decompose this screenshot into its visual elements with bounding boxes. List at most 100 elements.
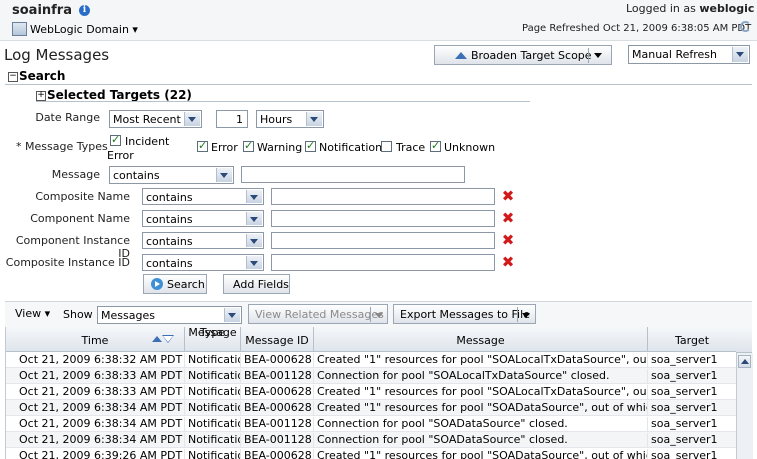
composite-instance-id-input[interactable] <box>271 254 495 271</box>
scroll-up-icon[interactable] <box>738 355 751 368</box>
column-header-message-type[interactable]: Message Type <box>185 327 241 352</box>
cell-id: BEA-001128 <box>241 369 314 383</box>
composite-instance-id-label: Composite Instance ID <box>5 256 130 269</box>
info-icon[interactable]: i <box>79 5 90 16</box>
broaden-target-scope-button[interactable]: Broaden Target Scope <box>434 45 612 65</box>
remove-field-icon[interactable]: ✖ <box>501 255 515 270</box>
cell-type: Notificatio <box>185 353 241 367</box>
cell-id: BEA-000628 <box>241 449 314 459</box>
remove-field-icon[interactable]: ✖ <box>501 189 515 204</box>
chevron-down-icon <box>224 308 240 322</box>
broaden-scope-icon <box>455 52 467 59</box>
cell-time: Oct 21, 2009 6:38:34 AM PDT <box>6 433 185 447</box>
page-refreshed-text: Page Refreshed Oct 21, 2009 6:38:05 AM P… <box>522 23 752 34</box>
add-fields-button[interactable]: Add Fields <box>223 274 290 294</box>
composite-name-input[interactable] <box>271 188 495 205</box>
cell-message: Created "1" resources for pool "SOADataS… <box>314 449 648 459</box>
notification-label: Notification <box>319 141 383 154</box>
chevron-down-icon <box>184 112 200 126</box>
cell-message: Created "1" resources for pool "SOALocal… <box>314 385 648 399</box>
chevron-down-icon[interactable] <box>375 313 383 318</box>
refresh-mode-select[interactable]: Manual Refresh <box>628 45 750 64</box>
expand-targets-icon[interactable]: + <box>36 91 46 101</box>
error-checkbox[interactable] <box>197 139 208 152</box>
incident-error-label-2: Error <box>107 149 134 162</box>
chevron-down-icon <box>216 168 232 182</box>
cell-message: Connection for pool "SOADataSource" clos… <box>314 417 648 431</box>
table-row[interactable]: Oct 21, 2009 6:38:33 AM PDT Notificatio BE… <box>6 384 737 400</box>
message-label: Message <box>51 168 100 181</box>
selected-targets-toggle[interactable]: Selected Targets (22) <box>47 88 192 102</box>
search-button[interactable]: Search <box>143 274 207 294</box>
column-header-target[interactable]: Target <box>648 327 737 352</box>
cell-time: Oct 21, 2009 6:38:33 AM PDT <box>6 385 185 399</box>
column-header-time[interactable]: Time <box>6 327 185 352</box>
view-menu[interactable]: View ▾ <box>15 307 50 320</box>
table-row[interactable]: Oct 21, 2009 6:38:34 AM PDT Notificatio BE… <box>6 416 737 432</box>
cell-id: BEA-000628 <box>241 353 314 367</box>
cell-type: Notificatio <box>185 417 241 431</box>
column-header-message-id[interactable]: Message ID <box>241 327 314 352</box>
refresh-icon[interactable] <box>740 21 751 32</box>
message-input[interactable] <box>241 166 465 183</box>
weblogic-domain-menu[interactable]: WebLogic Domain ▾ <box>30 23 138 36</box>
notification-checkbox[interactable] <box>305 139 316 152</box>
component-instance-id-operator-select[interactable]: contains <box>142 232 264 249</box>
search-section-header[interactable]: Search <box>19 69 65 83</box>
cell-type: Notificatio <box>185 433 241 447</box>
table-row[interactable]: Oct 21, 2009 6:38:34 AM PDT Notificatio BE… <box>6 400 737 416</box>
column-header-message[interactable]: Message <box>314 327 648 352</box>
component-instance-id-input[interactable] <box>271 232 495 249</box>
go-icon <box>151 278 163 290</box>
table-row[interactable]: Oct 21, 2009 6:38:32 AM PDT Notificatio BE… <box>6 352 737 368</box>
cell-time: Oct 21, 2009 6:39:26 AM PDT <box>6 449 185 459</box>
remove-field-icon[interactable]: ✖ <box>501 211 515 226</box>
chevron-down-icon <box>306 112 322 126</box>
table-row[interactable]: Oct 21, 2009 6:38:33 AM PDT Notificatio BE… <box>6 368 737 384</box>
date-range-count-input[interactable]: 1 <box>216 110 248 128</box>
composite-name-operator-select[interactable]: contains <box>142 188 264 205</box>
cell-target: soa_server1 <box>648 433 737 447</box>
table-header-filler <box>736 327 752 353</box>
date-range-unit-select[interactable]: Hours <box>256 110 324 128</box>
incident-error-label: Incident <box>125 135 170 148</box>
unknown-checkbox[interactable] <box>430 139 441 152</box>
warning-checkbox[interactable] <box>243 139 254 152</box>
cell-target: soa_server1 <box>648 353 737 367</box>
cell-target: soa_server1 <box>648 369 737 383</box>
trace-checkbox[interactable] <box>381 141 392 152</box>
table-vertical-scrollbar[interactable] <box>736 353 753 459</box>
incident-error-checkbox[interactable] <box>110 133 121 146</box>
table-row[interactable]: Oct 21, 2009 6:38:34 AM PDT Notificatio BE… <box>6 432 737 448</box>
export-messages-button[interactable]: Export Messages to File <box>393 304 536 324</box>
cell-time: Oct 21, 2009 6:38:32 AM PDT <box>6 353 185 367</box>
divider <box>36 101 530 102</box>
component-name-input[interactable] <box>271 210 495 227</box>
chevron-down-icon[interactable] <box>594 53 602 58</box>
cell-message: Created "1" resources for pool "SOALocal… <box>314 353 648 367</box>
date-range-select[interactable]: Most Recent <box>109 110 202 128</box>
chevron-down-icon <box>246 234 262 247</box>
chevron-down-icon <box>246 190 262 203</box>
warning-label: Warning <box>257 141 303 154</box>
cell-target: soa_server1 <box>648 401 737 415</box>
cell-type: Notificatio <box>185 385 241 399</box>
component-name-operator-select[interactable]: contains <box>142 210 264 227</box>
chevron-down-icon[interactable] <box>522 313 530 318</box>
remove-field-icon[interactable]: ✖ <box>501 233 515 248</box>
table-row[interactable]: Oct 21, 2009 6:39:26 AM PDT Notificatio BE… <box>6 448 737 459</box>
cell-target: soa_server1 <box>648 449 737 459</box>
cell-message: Created "1" resources for pool "SOADataS… <box>314 401 648 415</box>
composite-instance-id-operator-select[interactable]: contains <box>142 254 264 271</box>
component-name-label: Component Name <box>30 212 130 225</box>
show-select[interactable]: Messages <box>97 306 242 324</box>
collapse-search-icon[interactable]: − <box>8 72 18 82</box>
cell-id: BEA-001128 <box>241 417 314 431</box>
cell-type: Notificatio <box>185 401 241 415</box>
logged-in-user: weblogic <box>699 2 755 15</box>
message-types-label: * Message Types <box>16 140 108 153</box>
view-related-messages-button[interactable]: View Related Messages <box>248 304 388 324</box>
logged-in-text: Logged in as weblogic <box>626 2 755 15</box>
cell-time: Oct 21, 2009 6:38:34 AM PDT <box>6 417 185 431</box>
message-operator-select[interactable]: contains <box>109 166 234 184</box>
